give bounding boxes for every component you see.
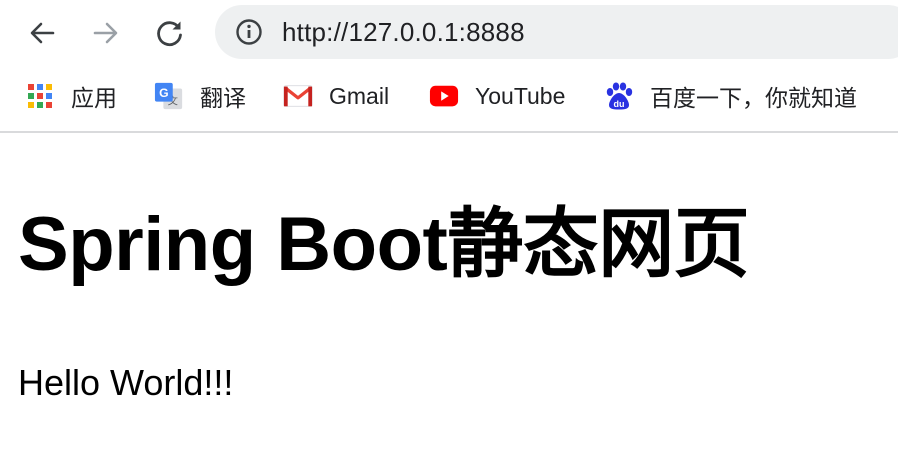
browser-toolbar: http://127.0.0.1:8888: [0, 0, 898, 66]
bookmark-gmail[interactable]: Gmail: [283, 79, 389, 113]
url-text: http://127.0.0.1:8888: [282, 17, 525, 47]
page-heading: Spring Boot静态网页: [18, 202, 750, 287]
svg-text:du: du: [614, 99, 625, 109]
google-translate-icon: 文 G: [154, 81, 184, 111]
bookmark-label: YouTube: [475, 82, 566, 109]
forward-button[interactable]: [86, 13, 126, 53]
arrow-left-icon: [30, 22, 55, 44]
bookmark-label: Gmail: [329, 82, 390, 109]
bookmarks-bar: 应用 文 G 翻译 Gmail YouTube du 百度一下，你就知道: [0, 66, 898, 133]
bookmark-baidu[interactable]: du 百度一下，你就知道: [604, 79, 857, 113]
bookmark-label: 翻译: [200, 85, 246, 111]
bookmark-youtube[interactable]: YouTube: [429, 79, 565, 113]
gmail-icon: [283, 81, 313, 111]
bookmark-label: 百度一下，你就知道: [650, 85, 857, 111]
back-button[interactable]: [22, 13, 62, 53]
address-bar[interactable]: http://127.0.0.1:8888: [215, 5, 898, 59]
reload-button[interactable]: [150, 13, 190, 53]
bookmark-label: 应用: [71, 85, 117, 111]
svg-text:G: G: [159, 86, 168, 100]
page-body-text: Hello World!!!: [18, 362, 234, 403]
page-content: Spring Boot静态网页 Hello World!!!: [0, 133, 898, 450]
bookmark-translate[interactable]: 文 G 翻译: [154, 79, 246, 113]
youtube-icon: [429, 81, 459, 111]
apps-grid-icon: [25, 81, 55, 111]
baidu-paw-icon: du: [604, 81, 634, 111]
bookmark-apps[interactable]: 应用: [25, 79, 117, 113]
reload-icon: [157, 21, 182, 47]
info-icon[interactable]: [235, 18, 263, 46]
arrow-right-icon: [93, 22, 118, 44]
